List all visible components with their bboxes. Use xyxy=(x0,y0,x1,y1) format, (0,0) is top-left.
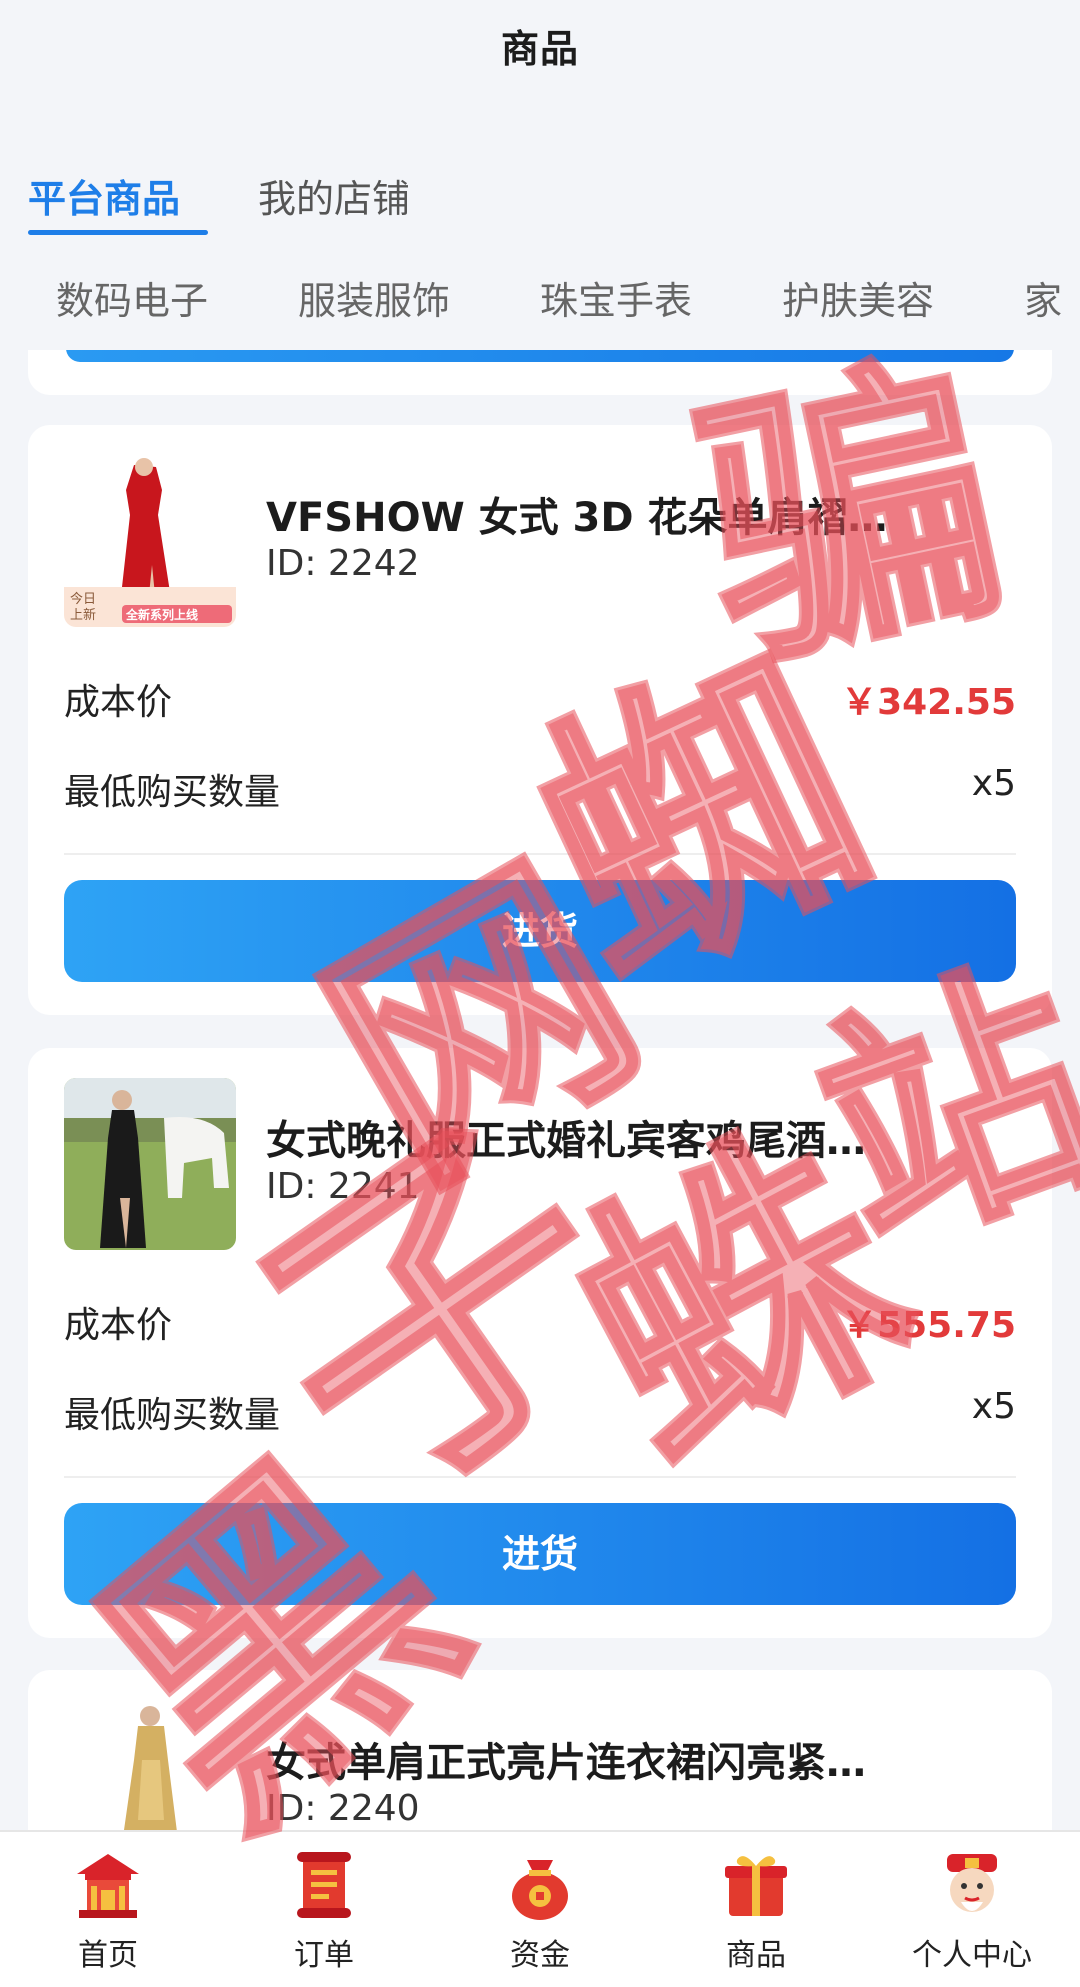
product-card: 今日 上新 全新系列上线 VFSHOW 女式 3D 花朵单肩褶… ID: 224… xyxy=(28,425,1052,1015)
product-id: ID: 2240 xyxy=(266,1788,420,1829)
divider xyxy=(64,853,1016,855)
badge-banner: 全新系列上线 xyxy=(125,607,198,622)
nav-funds[interactable]: 资金 xyxy=(432,1832,648,1987)
cost-price-label: 成本价 xyxy=(64,1305,173,1346)
nav-label-products: 商品 xyxy=(726,1938,786,1973)
fortune-god-icon xyxy=(947,1854,997,1912)
temple-icon xyxy=(77,1854,139,1918)
product-title: 女式单肩正式亮片连衣裙闪亮紧… xyxy=(266,1740,866,1786)
restock-button[interactable]: 进货 xyxy=(64,1503,1016,1605)
category-tab-jewelry[interactable]: 珠宝手表 xyxy=(540,270,692,330)
min-quantity-label: 最低购买数量 xyxy=(64,1395,281,1436)
cost-price-value: ￥342.55 xyxy=(841,682,1016,723)
nav-label-orders: 订单 xyxy=(294,1938,354,1973)
money-bag-icon xyxy=(512,1860,568,1920)
cost-price-value: ￥555.75 xyxy=(841,1305,1016,1346)
page-title: 商品 xyxy=(500,27,579,71)
category-tab-clothing[interactable]: 服装服饰 xyxy=(298,270,450,330)
product-list[interactable]: 今日 上新 全新系列上线 VFSHOW 女式 3D 花朵单肩褶… ID: 224… xyxy=(0,350,1080,1830)
scroll-icon xyxy=(297,1852,351,1918)
product-image[interactable] xyxy=(64,1078,236,1250)
restock-button[interactable] xyxy=(66,350,1014,362)
category-tab-digital[interactable]: 数码电子 xyxy=(56,270,208,330)
product-image[interactable] xyxy=(64,1700,236,1830)
nav-products[interactable]: 商品 xyxy=(648,1832,864,1987)
category-tab-skincare[interactable]: 护肤美容 xyxy=(782,270,934,330)
gift-box-icon xyxy=(725,1856,787,1916)
product-title: VFSHOW 女式 3D 花朵单肩褶… xyxy=(266,495,888,541)
badge-line2: 上新 xyxy=(70,607,96,623)
badge-line1: 今日 xyxy=(70,591,96,607)
nav-label-profile: 个人中心 xyxy=(912,1938,1032,1973)
product-title: 女式晚礼服正式婚礼宾客鸡尾酒… xyxy=(266,1118,866,1164)
min-quantity-value: x5 xyxy=(971,1386,1016,1427)
product-card: 女式晚礼服正式婚礼宾客鸡尾酒… ID: 2241 成本价 ￥555.75 最低购… xyxy=(28,1048,1052,1638)
tab-platform-products[interactable]: 平台商品 xyxy=(28,150,209,240)
product-image[interactable]: 今日 上新 全新系列上线 xyxy=(64,455,236,627)
restock-button[interactable]: 进货 xyxy=(64,880,1016,982)
product-card: 女式单肩正式亮片连衣裙闪亮紧… ID: 2240 xyxy=(28,1670,1052,1830)
category-tab-home[interactable]: 家 xyxy=(1024,270,1062,330)
min-quantity-label: 最低购买数量 xyxy=(64,772,281,813)
main-tabs: 平台商品 我的店铺 xyxy=(28,150,488,240)
cost-price-label: 成本价 xyxy=(64,682,173,723)
tab-my-store[interactable]: 我的店铺 xyxy=(258,150,410,240)
divider xyxy=(64,1476,1016,1478)
product-id: ID: 2242 xyxy=(266,543,420,584)
nav-home[interactable]: 首页 xyxy=(0,1832,216,1987)
category-tabs: 数码电子 服装服饰 珠宝手表 护肤美容 家 xyxy=(56,270,1080,330)
nav-label-home: 首页 xyxy=(78,1938,138,1973)
product-card-partial xyxy=(28,350,1052,395)
product-id: ID: 2241 xyxy=(266,1166,420,1207)
nav-orders[interactable]: 订单 xyxy=(216,1832,432,1987)
min-quantity-value: x5 xyxy=(971,763,1016,804)
nav-label-funds: 资金 xyxy=(510,1938,570,1973)
nav-profile[interactable]: 个人中心 xyxy=(864,1832,1080,1987)
bottom-nav: 首页 订单 资金 商品 个人中心 xyxy=(0,1830,1080,1987)
